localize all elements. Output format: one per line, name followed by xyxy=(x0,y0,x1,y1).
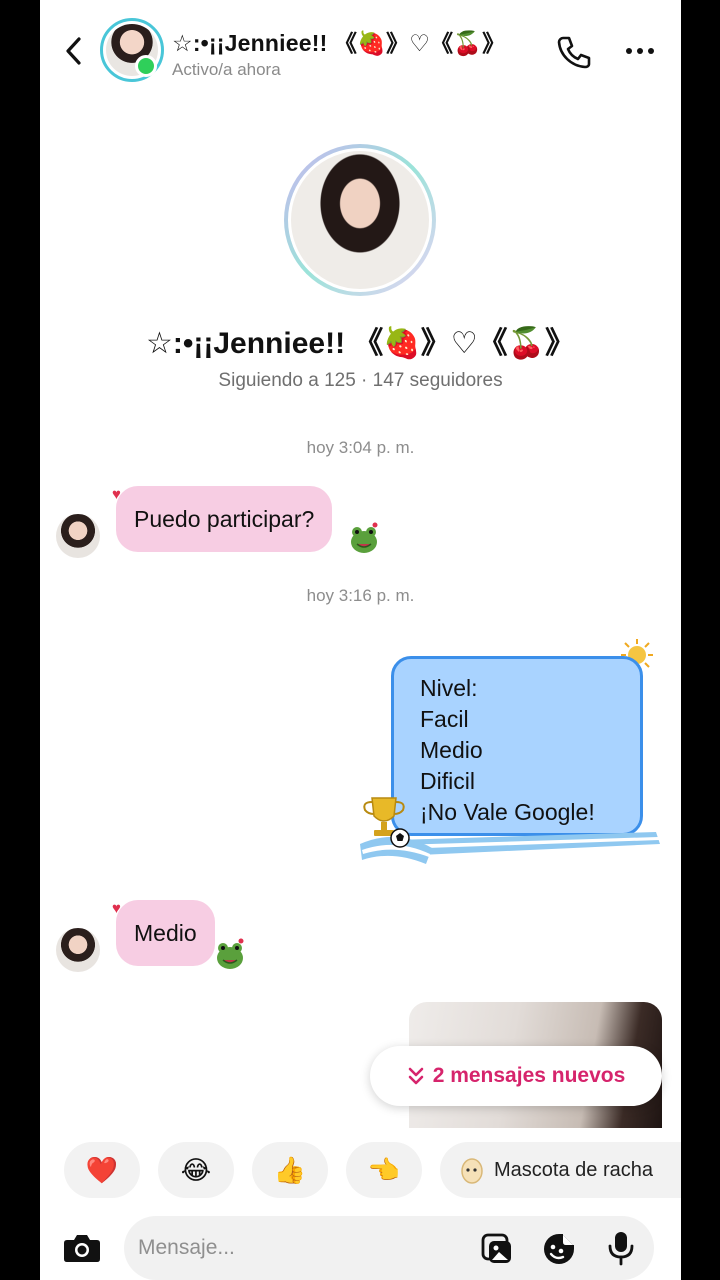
camera-icon xyxy=(64,1235,100,1262)
new-messages-button[interactable]: 2 mensajes nuevos xyxy=(370,1046,662,1106)
sender-avatar[interactable] xyxy=(56,928,100,972)
quick-reaction-thumbs-up[interactable]: 👍 xyxy=(252,1142,328,1198)
thumbs-up-emoji: 👍 xyxy=(273,1154,307,1185)
quick-reactions: ❤️ 😂 👍 👈 Mascota de racha xyxy=(40,1142,681,1198)
gallery-icon xyxy=(481,1233,511,1263)
message-input[interactable] xyxy=(138,1228,458,1268)
streak-pet-chip[interactable]: Mascota de racha xyxy=(440,1142,681,1198)
chat-screen: ☆:•¡¡Jenniee!! 《🍓》♡《🍒》 Activo/a ahora ☆:… xyxy=(40,0,681,1280)
profile-name: ☆:•¡¡Jenniee!! 《🍓》♡《🍒》 xyxy=(145,327,575,360)
message-line: Nivel: xyxy=(420,675,478,701)
streak-pet-label: Mascota de racha xyxy=(494,1158,653,1181)
chat-header: ☆:•¡¡Jenniee!! 《🍓》♡《🍒》 Activo/a ahora xyxy=(40,0,681,100)
message-input-container xyxy=(124,1216,654,1280)
sticker-icon xyxy=(544,1234,574,1264)
egg-icon xyxy=(461,1158,483,1184)
sticker-button[interactable] xyxy=(542,1232,576,1266)
pointing-emoji: 👈 xyxy=(367,1154,401,1185)
message-line: Medio xyxy=(420,737,483,763)
dot-icon xyxy=(648,48,654,54)
quick-reaction-point[interactable]: 👈 xyxy=(346,1142,422,1198)
message-line: Dificil xyxy=(420,768,475,794)
quick-reaction-heart[interactable]: ❤️ xyxy=(64,1142,140,1198)
new-messages-label: 2 mensajes nuevos xyxy=(432,1064,626,1087)
timestamp: hoy 3:16 p. m. xyxy=(306,586,415,605)
frog-sticker-icon xyxy=(351,522,378,553)
timestamp: hoy 3:04 p. m. xyxy=(306,438,415,457)
message-text: Puedo participar? xyxy=(134,505,315,532)
double-chevron-down-icon xyxy=(408,1067,423,1085)
voice-message-button[interactable] xyxy=(606,1230,636,1266)
outgoing-message[interactable]: Nivel: Facil Medio Dificil ¡No Vale Goog… xyxy=(391,656,643,836)
gallery-button[interactable] xyxy=(480,1232,514,1266)
active-status: Activo/a ahora xyxy=(172,60,281,79)
dot-icon xyxy=(626,48,632,54)
heart-emoji: ❤️ xyxy=(85,1154,119,1185)
more-options-button[interactable] xyxy=(620,34,660,68)
online-indicator xyxy=(135,55,157,77)
frog-sticker-icon xyxy=(217,938,244,969)
message-line: Facil xyxy=(420,706,469,732)
phone-icon xyxy=(557,36,591,69)
profile-avatar[interactable] xyxy=(284,144,436,296)
incoming-message[interactable]: Puedo participar? xyxy=(116,486,333,552)
sender-avatar[interactable] xyxy=(56,514,100,558)
quick-reaction-laugh[interactable]: 😂 xyxy=(158,1142,234,1198)
audio-call-button[interactable] xyxy=(554,32,594,72)
back-button[interactable] xyxy=(58,32,88,70)
message-text: Medio xyxy=(134,919,197,946)
dot-icon xyxy=(637,48,643,54)
chevron-left-icon xyxy=(66,37,81,65)
contact-name[interactable]: ☆:•¡¡Jenniee!! 《🍓》♡《🍒》 xyxy=(172,24,505,58)
laughing-emoji: 😂 xyxy=(180,1154,212,1185)
incoming-message[interactable]: Medio xyxy=(116,900,215,966)
profile-stats: Siguiendo a 125 · 147 seguidores xyxy=(218,370,503,391)
camera-button[interactable] xyxy=(62,1232,102,1264)
trophy-sticker-icon xyxy=(363,797,410,848)
microphone-icon xyxy=(608,1232,634,1266)
message-composer xyxy=(40,1212,681,1280)
